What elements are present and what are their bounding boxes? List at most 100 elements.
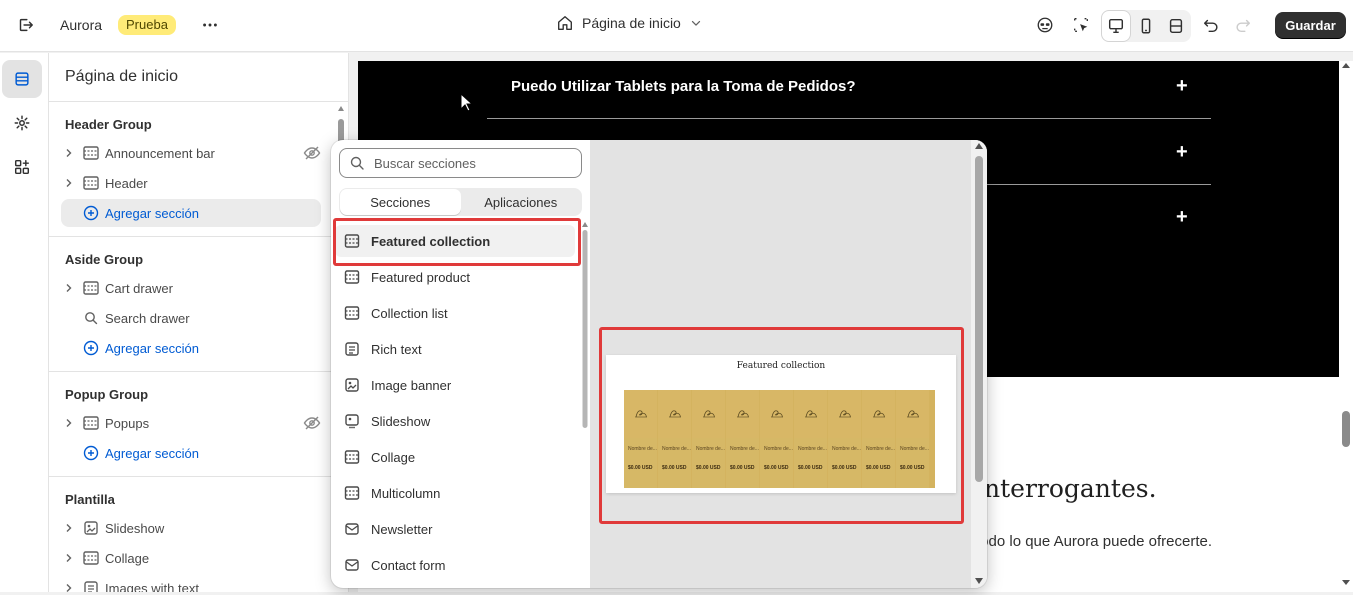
hidden-eye-icon[interactable] [303,415,321,434]
mobile-icon [1141,18,1151,34]
text-block-icon [345,342,359,356]
section-option-rich-text[interactable]: Rich text [335,333,575,365]
chevron-down-icon [691,20,700,26]
sections-sidebar: Página de inicio Header Group Announceme… [49,53,349,592]
chevron-right-icon[interactable] [61,415,77,431]
section-list-scrollbar[interactable] [582,222,588,588]
exit-button[interactable] [11,11,39,39]
chevron-right-icon[interactable] [61,175,77,191]
divider [487,118,1211,119]
divider [49,476,348,477]
section-option-label: Image banner [371,377,452,393]
section-option-newsletter[interactable]: Newsletter [335,513,575,545]
tree-item-popups[interactable]: Popups [61,409,321,437]
search-placeholder: Buscar secciones [374,155,476,171]
preview-heading: nterrogantes. [984,474,1157,503]
select-cursor-icon [1074,18,1088,32]
section-option-contact-form[interactable]: Contact form [335,549,575,581]
section-option-label: Multicolumn [371,485,441,501]
preview-pane-scrollbar[interactable] [971,140,987,588]
add-section-popup-group[interactable]: Agregar sección [61,439,321,467]
section-option-multicolumn[interactable]: Multicolumn [335,477,575,509]
plus-icon[interactable]: + [1176,141,1188,164]
tree-item-announcement-bar[interactable]: Announcement bar [61,139,321,167]
left-rail [0,53,49,592]
inspector-button[interactable] [1067,11,1095,39]
tree-item-images-with-text[interactable]: Images with text [61,574,321,592]
section-icon [344,450,360,464]
desktop-view-button[interactable] [1101,10,1131,42]
tree-item-label: Popups [105,415,150,431]
desktop-icon [1108,18,1124,34]
expand-icon [1169,18,1183,34]
incognito-icon [1037,17,1053,33]
tree-item-label: Images with text [105,580,199,593]
section-option-slideshow[interactable]: Slideshow [335,405,575,437]
tree-item-label: Search drawer [105,310,190,326]
search-sections-input[interactable]: Buscar secciones [339,148,582,178]
plus-icon[interactable]: + [1176,75,1188,98]
search-icon [350,156,364,170]
section-option-image-banner[interactable]: Image banner [335,369,575,401]
sections-nav-button[interactable] [2,60,42,98]
gear-icon [14,115,30,131]
tree-item-label: Cart drawer [105,280,173,296]
fullscreen-view-button[interactable] [1161,10,1191,42]
divider [49,101,348,102]
faq-question[interactable]: Puedo Utilizar Tablets para la Toma de P… [511,78,856,95]
section-icon [81,550,101,566]
preview-scrollbar[interactable] [1339,61,1353,592]
redo-button[interactable] [1229,11,1257,39]
divider [49,236,348,237]
search-icon [81,310,101,326]
chevron-right-icon[interactable] [61,580,77,592]
tab-sections[interactable]: Secciones [340,189,461,215]
chevron-right-icon[interactable] [61,280,77,296]
exit-icon [19,18,33,32]
tree-item-cart-drawer[interactable]: Cart drawer [61,274,321,302]
tree-item-header[interactable]: Header [61,169,321,197]
tab-apps[interactable]: Aplicaciones [461,189,582,215]
section-option-label: Newsletter [371,521,433,537]
section-icon [81,280,101,296]
add-section-header-group[interactable]: Agregar sección [61,199,321,227]
save-button[interactable]: Guardar [1275,12,1346,38]
add-section-label: Agregar sección [105,205,199,221]
theme-settings-nav-button[interactable] [2,104,42,142]
page-selector[interactable]: Página de inicio [556,14,703,32]
mobile-view-button[interactable] [1131,10,1161,42]
apps-icon [14,159,30,175]
tree-item-slideshow[interactable]: Slideshow [61,514,321,542]
device-toggle-group [1101,10,1191,42]
chevron-right-icon[interactable] [61,520,77,536]
tree-item-search-drawer[interactable]: Search drawer [61,304,321,332]
section-icon [81,145,101,161]
tree-item-collage[interactable]: Collage [61,544,321,572]
slideshow-icon [81,520,101,536]
add-section-label: Agregar sección [105,340,199,356]
page-selector-label: Página de inicio [582,15,681,31]
store-name: Aurora [60,17,103,33]
more-actions-button[interactable] [196,11,224,39]
chevron-right-icon[interactable] [61,145,77,161]
section-option-collection-list[interactable]: Collection list [335,297,575,329]
add-section-popover: Buscar secciones Secciones Aplicaciones … [331,140,987,588]
undo-button[interactable] [1197,11,1225,39]
section-option-collage[interactable]: Collage [335,441,575,473]
home-icon [558,16,572,30]
add-section-aside-group[interactable]: Agregar sección [61,334,321,362]
chevron-right-icon[interactable] [61,550,77,566]
plus-circle-icon [81,445,101,461]
section-option-label: Collection list [371,305,448,321]
plus-icon[interactable]: + [1176,206,1188,229]
hidden-eye-icon[interactable] [303,145,321,164]
mouse-cursor-icon [460,93,474,112]
view-as-customer-button[interactable] [1031,11,1059,39]
slideshow-icon [345,414,359,429]
mail-icon [345,559,359,571]
more-horizontal-icon [203,23,217,27]
apps-nav-button[interactable] [2,148,42,186]
